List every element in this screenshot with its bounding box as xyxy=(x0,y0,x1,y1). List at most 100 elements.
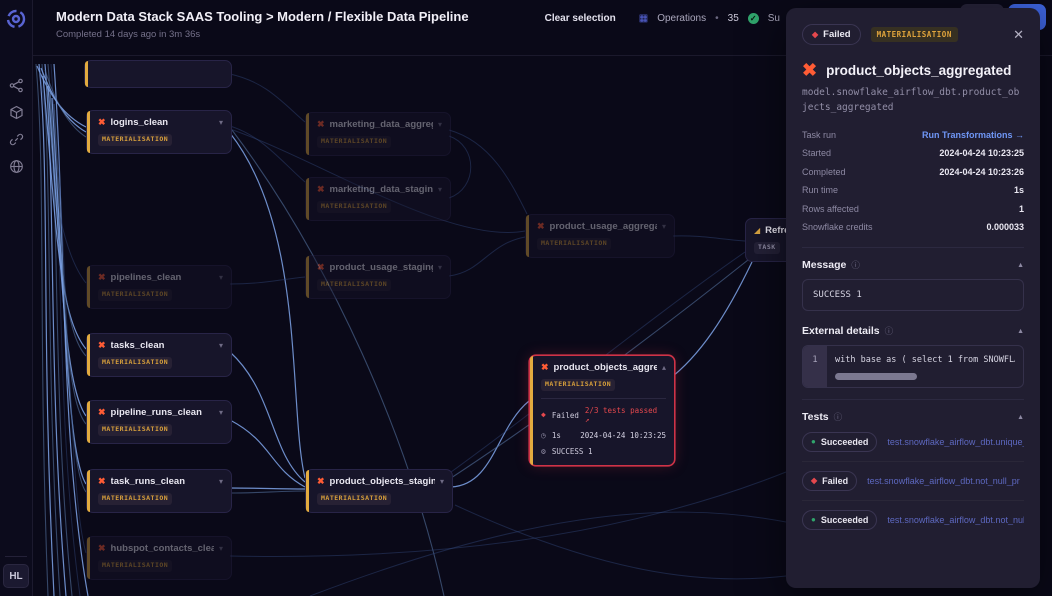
info-icon[interactable]: ⓘ xyxy=(885,325,894,337)
node-product-objects-staging[interactable]: ✖ product_objects_staging ▾ MATERIALISAT… xyxy=(305,469,453,513)
test-link[interactable]: test.snowflake_airflow_dbt.not_null_pr xyxy=(887,515,1024,525)
node-stub-cutoff[interactable] xyxy=(84,60,232,88)
test-link[interactable]: test.snowflake_airflow_dbt.not_null_pr xyxy=(867,476,1024,486)
status-badge: ◆ Failed xyxy=(802,24,861,45)
failed-diamond-icon: ◆ xyxy=(811,477,817,485)
node-timestamp: 2024-04-24 10:23:25 xyxy=(580,431,666,440)
materialisation-badge: MATERIALISATION xyxy=(537,238,611,250)
chevron-down-icon[interactable]: ▾ xyxy=(219,274,223,282)
sidebar-item-integrations[interactable] xyxy=(8,131,24,147)
info-icon[interactable]: ⓘ xyxy=(834,411,843,423)
horizontal-scrollbar[interactable] xyxy=(835,373,917,380)
message-box: SUCCESS 1 xyxy=(802,279,1024,311)
test-link[interactable]: test.snowflake_airflow_dbt.unique_pro xyxy=(887,437,1024,447)
dbt-icon: ✖ xyxy=(541,363,549,372)
run-transformations-link[interactable]: Run Transformations → xyxy=(922,130,1024,140)
gear-icon: ⚙ xyxy=(541,448,546,456)
external-details-heading: External details xyxy=(802,325,880,337)
sidebar-nav xyxy=(8,77,24,174)
node-product-usage-staging[interactable]: ✖ product_usage_staging ▾ MATERIALISATIO… xyxy=(305,255,451,299)
node-label: marketing_data_staging xyxy=(330,184,433,195)
info-icon[interactable]: ⓘ xyxy=(851,259,860,271)
chevron-down-icon[interactable]: ▾ xyxy=(219,409,223,417)
status-badge-label: Failed xyxy=(823,29,850,40)
details-list: Task run Run Transformations → Started 2… xyxy=(802,125,1024,236)
dbt-icon: ✖ xyxy=(98,341,106,350)
materialisation-badge: MATERIALISATION xyxy=(98,289,172,301)
node-label: product_objects_aggregated xyxy=(554,362,657,373)
chevron-down-icon[interactable]: ▾ xyxy=(219,545,223,553)
materialisation-badge: MATERIALISATION xyxy=(871,27,958,42)
collapse-arrow-icon[interactable]: ▲ xyxy=(1017,262,1024,269)
panel-divider xyxy=(802,247,1024,248)
clear-selection-button[interactable]: Clear selection xyxy=(545,13,616,24)
dbt-icon: ✖ xyxy=(317,185,325,194)
node-pipelines-clean[interactable]: ✖ pipelines_clean ▾ MATERIALISATION xyxy=(86,265,232,309)
detail-row-completed: Completed 2024-04-24 10:23:26 xyxy=(802,162,1024,181)
node-product-objects-aggregated-selected[interactable]: ✖ product_objects_aggregated ▴ MATERIALI… xyxy=(529,355,675,466)
node-hubspot-contacts-clean[interactable]: ✖ hubspot_contacts_clean ▾ MATERIALISATI… xyxy=(86,536,232,580)
message-heading: Message xyxy=(802,259,846,271)
node-message: SUCCESS 1 xyxy=(552,447,593,456)
tests-section-header: Tests ⓘ ▲ xyxy=(802,411,1024,423)
user-avatar[interactable]: HL xyxy=(3,564,29,588)
chevron-down-icon[interactable]: ▾ xyxy=(662,223,666,231)
materialisation-badge: MATERIALISATION xyxy=(98,493,172,505)
success-check-icon: ✓ xyxy=(748,13,759,24)
test-status-badge: ◆ Failed xyxy=(802,471,857,491)
detail-label: Task run xyxy=(802,130,836,140)
detail-value: 1s xyxy=(1014,185,1024,195)
task-triangle-icon: ◢ xyxy=(754,227,760,235)
chevron-down-icon[interactable]: ▾ xyxy=(219,119,223,127)
header-right-cluster: Clear selection ▦ Operations • 35 ✓ Su xyxy=(545,13,780,24)
succeeded-dot-icon: ● xyxy=(811,516,816,524)
chevron-down-icon[interactable]: ▾ xyxy=(438,121,442,129)
node-tasks-clean[interactable]: ✖ tasks_clean ▾ MATERIALISATION xyxy=(86,333,232,377)
panel-divider xyxy=(802,399,1024,400)
dbt-icon: ✖ xyxy=(537,222,545,231)
dbt-icon: ✖ xyxy=(317,477,325,486)
node-logins-clean[interactable]: ✖ logins_clean ▾ MATERIALISATION xyxy=(86,110,232,154)
dbt-icon: ✖ xyxy=(98,544,106,553)
chevron-down-icon[interactable]: ▾ xyxy=(438,264,442,272)
operations-grid-icon: ▦ xyxy=(639,13,648,24)
node-marketing-data-staging[interactable]: ✖ marketing_data_staging ▾ MATERIALISATI… xyxy=(305,177,451,221)
message-section-header: Message ⓘ ▲ xyxy=(802,259,1024,271)
tests-summary-link[interactable]: 2/3 tests passed ↗ xyxy=(585,406,666,424)
node-pipeline-runs-clean[interactable]: ✖ pipeline_runs_clean ▾ MATERIALISATION xyxy=(86,400,232,444)
sql-code-block: 1 with base as ( select 1 from SNOWFLAKE xyxy=(802,345,1024,388)
test-row: ● Succeeded test.snowflake_airflow_dbt.u… xyxy=(802,423,1024,462)
sql-code-line: with base as ( select 1 from SNOWFLAKE xyxy=(835,355,1015,365)
node-status-text: Failed xyxy=(552,411,579,420)
detail-row-task-run: Task run Run Transformations → xyxy=(802,125,1024,144)
node-task-runs-clean[interactable]: ✖ task_runs_clean ▾ MATERIALISATION xyxy=(86,469,232,513)
app-logo-icon[interactable] xyxy=(5,8,27,35)
materialisation-badge: MATERIALISATION xyxy=(98,424,172,436)
dbt-icon: ✖ xyxy=(317,263,325,272)
node-label: product_usage_staging xyxy=(330,262,433,273)
node-label: product_objects_staging xyxy=(330,476,435,487)
sidebar-item-environments[interactable] xyxy=(8,158,24,174)
chevron-down-icon[interactable]: ▾ xyxy=(219,342,223,350)
close-icon[interactable]: ✕ xyxy=(1013,28,1024,41)
run-status-subtitle: Completed 14 days ago in 3m 36s xyxy=(56,29,200,40)
chevron-down-icon[interactable]: ▾ xyxy=(438,186,442,194)
sidebar-item-lineage[interactable] xyxy=(8,77,24,93)
node-product-usage-aggregated[interactable]: ✖ product_usage_aggregated ▾ MATERIALISA… xyxy=(525,214,675,258)
collapse-arrow-icon[interactable]: ▲ xyxy=(1017,328,1024,335)
sidebar: HL xyxy=(0,0,33,596)
node-marketing-data-aggregated[interactable]: ✖ marketing_data_aggregated ▾ MATERIALIS… xyxy=(305,112,451,156)
node-label: logins_clean xyxy=(111,117,169,128)
collapse-arrow-icon[interactable]: ▲ xyxy=(1017,414,1024,421)
sidebar-item-products[interactable] xyxy=(8,104,24,120)
chevron-down-icon[interactable]: ▾ xyxy=(440,478,444,486)
chevron-up-icon[interactable]: ▴ xyxy=(662,364,666,372)
clock-icon: ◷ xyxy=(541,432,546,440)
test-row: ● Succeeded test.snowflake_airflow_dbt.n… xyxy=(802,501,1024,539)
dbt-icon: ✖ xyxy=(98,477,106,486)
dbt-icon: ✖ xyxy=(98,118,106,127)
chevron-down-icon[interactable]: ▾ xyxy=(219,478,223,486)
detail-label: Rows affected xyxy=(802,204,859,214)
operations-count: 35 xyxy=(728,13,739,24)
failed-diamond-icon: ◆ xyxy=(812,31,818,39)
